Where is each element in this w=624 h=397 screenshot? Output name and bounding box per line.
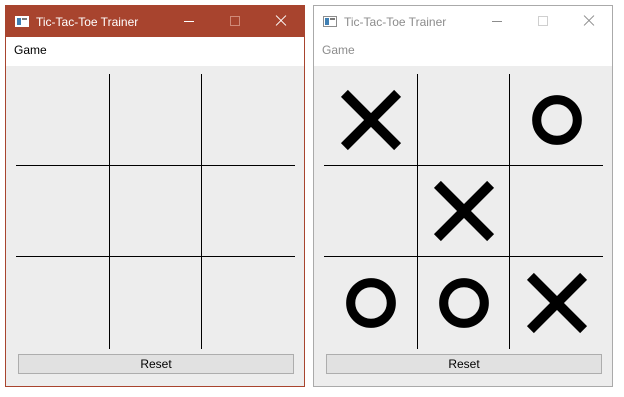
- board-cell[interactable]: [418, 166, 509, 256]
- window-title: Tic-Tac-Toe Trainer: [344, 15, 447, 29]
- board-cell[interactable]: [324, 74, 417, 165]
- game-window-active: Tic-Tac-Toe Trainer Game Reset: [5, 5, 305, 387]
- board-cell[interactable]: [16, 257, 109, 349]
- board-cell[interactable]: [418, 74, 509, 165]
- board-cell[interactable]: [510, 257, 603, 349]
- board-cell[interactable]: [16, 74, 109, 165]
- game-window-inactive: Tic-Tac-Toe Trainer Game Reset: [313, 5, 613, 387]
- board-cell[interactable]: [202, 74, 295, 165]
- board-cell[interactable]: [202, 166, 295, 256]
- maximize-button[interactable]: [520, 6, 566, 37]
- board-cell[interactable]: [510, 74, 603, 165]
- maximize-icon: [230, 16, 240, 26]
- window-title: Tic-Tac-Toe Trainer: [36, 15, 139, 29]
- board-cell[interactable]: [110, 166, 201, 256]
- client-area: Reset: [6, 66, 304, 386]
- reset-button[interactable]: Reset: [18, 354, 294, 374]
- title-bar[interactable]: Tic-Tac-Toe Trainer: [314, 6, 612, 37]
- board-cell[interactable]: [110, 74, 201, 165]
- close-button[interactable]: [258, 6, 304, 37]
- menu-bar: Game: [314, 37, 612, 66]
- board-cell[interactable]: [202, 257, 295, 349]
- o-mark-icon: [345, 278, 396, 328]
- board-cell[interactable]: [510, 166, 603, 256]
- x-mark-icon: [340, 89, 401, 150]
- minimize-icon: [492, 21, 502, 22]
- close-icon: [582, 14, 596, 28]
- game-board: [16, 74, 295, 349]
- minimize-icon: [184, 21, 194, 22]
- minimize-button[interactable]: [166, 6, 212, 37]
- minimize-button[interactable]: [474, 6, 520, 37]
- title-bar[interactable]: Tic-Tac-Toe Trainer: [6, 6, 304, 37]
- menu-game[interactable]: Game: [322, 43, 355, 57]
- x-mark-icon: [433, 180, 494, 242]
- client-area: Reset: [314, 66, 612, 386]
- menu-bar: Game: [6, 37, 304, 66]
- board-cell[interactable]: [418, 257, 509, 349]
- board-cell[interactable]: [16, 166, 109, 256]
- app-window-icon: [15, 16, 29, 27]
- reset-button[interactable]: Reset: [326, 354, 602, 374]
- x-mark-icon: [526, 272, 587, 334]
- o-mark-icon: [531, 94, 582, 145]
- board-cell[interactable]: [110, 257, 201, 349]
- maximize-icon: [538, 16, 548, 26]
- app-window-icon: [323, 16, 337, 27]
- board-cell[interactable]: [324, 166, 417, 256]
- menu-game[interactable]: Game: [14, 43, 47, 57]
- close-button[interactable]: [566, 6, 612, 37]
- board-cell[interactable]: [324, 257, 417, 349]
- o-mark-icon: [438, 278, 489, 328]
- game-board: [324, 74, 603, 349]
- close-icon: [274, 14, 288, 28]
- maximize-button[interactable]: [212, 6, 258, 37]
